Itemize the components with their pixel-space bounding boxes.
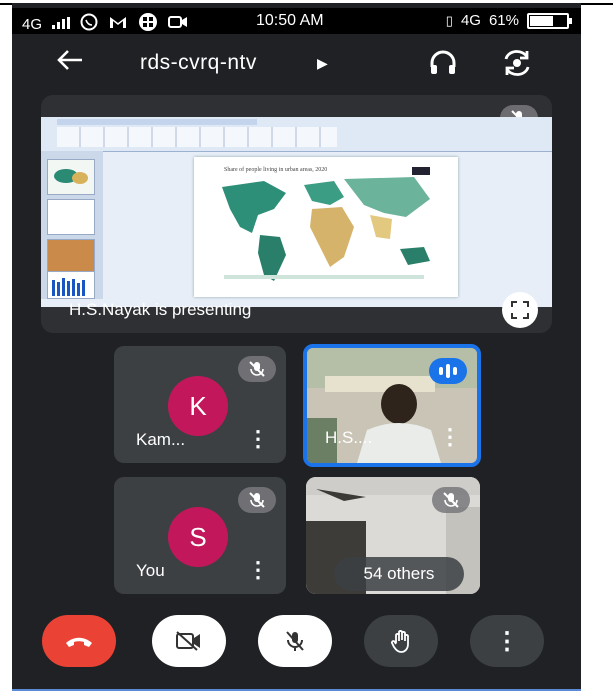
video-status-icon (168, 15, 188, 33)
participant-name: Kam... (136, 430, 186, 449)
slide-thumbnail (47, 199, 95, 235)
mic-off-icon (238, 356, 276, 382)
signal-icon (52, 16, 71, 33)
participant-name: You (136, 561, 165, 580)
phone-screen: 4G 10:50 AM ▯ 4G 61% rds-cvrq-ntv ▶ Shar… (12, 3, 581, 691)
headphones-icon[interactable] (428, 49, 458, 82)
slide-thumbnail (47, 239, 95, 275)
network-right-label: 4G (460, 12, 481, 29)
chevron-right-icon[interactable]: ▶ (317, 55, 328, 72)
participant-tile-you[interactable]: S You ⋮ (114, 477, 286, 594)
fullscreen-icon[interactable] (502, 292, 538, 328)
end-call-button[interactable] (42, 615, 116, 667)
mic-off-icon (286, 631, 304, 651)
call-controls: ⋮ (12, 615, 581, 679)
world-map-image (222, 167, 430, 281)
participant-name: H.S.... (325, 428, 373, 447)
mic-off-icon (238, 487, 276, 513)
status-left: 4G (22, 12, 188, 36)
battery-percent: 61% (488, 12, 519, 29)
raise-hand-button[interactable] (364, 615, 438, 667)
camera-toggle-button[interactable] (152, 615, 226, 667)
app-icon (138, 12, 158, 36)
avatar: S (168, 507, 228, 567)
meeting-topbar: rds-cvrq-ntv ▶ (12, 41, 581, 87)
others-count-badge[interactable]: 54 others (334, 557, 464, 591)
vibrate-icon: ▯ (445, 12, 453, 28)
participant-tile-hs[interactable]: H.S.... ⋮ (303, 344, 481, 467)
shared-screen: Share of people living in urban areas, 2… (41, 117, 552, 307)
image-border-bottom (12, 689, 581, 691)
network-label: 4G (22, 15, 43, 33)
clock: 10:50 AM (256, 12, 324, 29)
presentation-tile[interactable]: Share of people living in urban areas, 2… (41, 95, 552, 333)
avatar: K (168, 376, 228, 436)
more-options-button[interactable]: ⋮ (470, 615, 544, 667)
battery-icon (527, 12, 572, 29)
status-right: ▯ 4G 61% (445, 12, 572, 29)
others-tile[interactable]: 54 others (306, 477, 480, 594)
slide-canvas: Share of people living in urban areas, 2… (194, 157, 458, 297)
status-bar: 4G 10:50 AM ▯ 4G 61% (12, 8, 581, 34)
raise-hand-icon (391, 630, 409, 653)
more-vert-icon[interactable]: ⋮ (247, 426, 269, 452)
slide-thumbnail (47, 159, 95, 195)
slide-thumbnail (47, 271, 95, 299)
more-vert-icon[interactable]: ⋮ (247, 557, 269, 583)
ribbon-tabs (57, 119, 257, 125)
switch-camera-icon[interactable] (500, 49, 534, 82)
meeting-code[interactable]: rds-cvrq-ntv (140, 51, 257, 75)
gmail-icon (108, 14, 128, 34)
whatsapp-icon (80, 13, 98, 35)
ribbon-groups (57, 127, 337, 147)
powerpoint-ribbon (41, 117, 552, 152)
more-vert-icon[interactable]: ⋮ (439, 424, 461, 450)
speaking-bars-icon (429, 358, 467, 384)
mic-toggle-button[interactable] (258, 615, 332, 667)
more-vert-icon: ⋮ (495, 627, 519, 655)
phone-hangup-icon (66, 637, 92, 647)
slide-thumbnails (41, 151, 103, 299)
mic-off-icon (432, 487, 470, 513)
back-arrow-icon[interactable] (56, 47, 84, 79)
camera-off-icon (176, 631, 200, 651)
presenting-label: H.S.Nayak is presenting (69, 300, 252, 319)
participant-tile-kam[interactable]: K Kam... ⋮ (114, 346, 286, 463)
